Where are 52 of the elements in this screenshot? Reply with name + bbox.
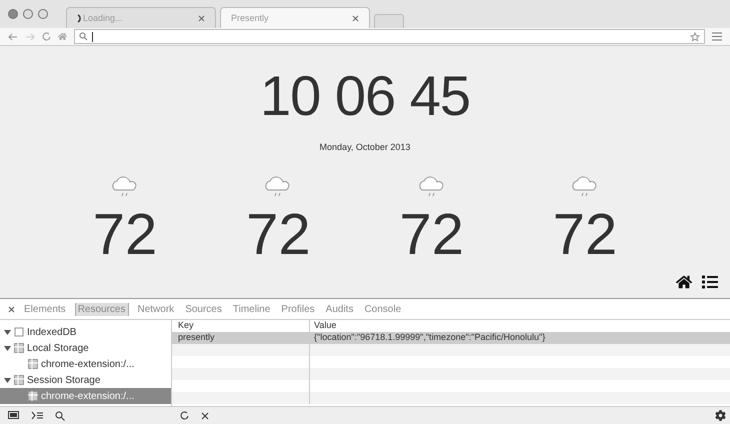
- grid-icon: [28, 391, 38, 401]
- table-row[interactable]: presently {"location":"96718.1.99999","timezone":"Pacific/Honolulu"}: [172, 332, 730, 344]
- temperature: 72: [92, 206, 158, 264]
- expand-triangle-icon[interactable]: [4, 344, 11, 352]
- devtools-tab[interactable]: Sources: [183, 302, 224, 316]
- back-arrow-icon[interactable]: [8, 32, 18, 40]
- star-icon[interactable]: [690, 32, 700, 42]
- window-zoom-control[interactable]: [38, 9, 48, 19]
- database-icon: [14, 327, 24, 337]
- delete-icon[interactable]: [201, 412, 209, 420]
- temperature: 72: [399, 206, 464, 264]
- search-icon: [79, 32, 88, 41]
- expand-triangle-icon[interactable]: [4, 376, 11, 384]
- grid-icon: [14, 375, 24, 385]
- clock-date: Monday, October 2013: [320, 142, 410, 152]
- window-close-control[interactable]: [8, 9, 18, 19]
- temperature: 72: [552, 206, 618, 264]
- tree-item[interactable]: chrome-extension:/...: [0, 356, 171, 372]
- home-icon[interactable]: [676, 274, 692, 290]
- tree-item[interactable]: Session Storage: [0, 372, 171, 388]
- search-icon[interactable]: [55, 410, 65, 420]
- clock-time: 10 06 45: [260, 68, 470, 124]
- devtools-tab[interactable]: Console: [362, 302, 404, 316]
- column-header[interactable]: Value: [310, 320, 730, 332]
- dock-icon[interactable]: [8, 410, 19, 420]
- settings-icon[interactable]: [715, 410, 726, 421]
- expand-triangle-icon[interactable]: [4, 328, 11, 336]
- browser-tab[interactable]: Presently: [220, 7, 370, 28]
- tree-item[interactable]: IndexedDB: [0, 324, 171, 340]
- loading-spinner-icon: [77, 14, 83, 22]
- devtools-tab[interactable]: Network: [136, 302, 176, 316]
- window-minimize-control[interactable]: [23, 9, 33, 19]
- grid-icon: [28, 359, 38, 369]
- menu-icon[interactable]: [712, 32, 722, 41]
- refresh-icon[interactable]: [180, 411, 189, 420]
- grid-icon: [14, 343, 24, 353]
- text-cursor: [92, 32, 93, 42]
- close-icon[interactable]: [8, 306, 15, 312]
- devtools-tab[interactable]: Resources: [74, 302, 128, 316]
- close-icon[interactable]: [352, 14, 359, 22]
- reload-icon[interactable]: [42, 32, 51, 41]
- devtools-tab[interactable]: Elements: [22, 302, 68, 316]
- tree-item[interactable]: chrome-extension:/...: [0, 388, 171, 404]
- devtools-tab[interactable]: Profiles: [279, 302, 317, 316]
- list-icon[interactable]: [702, 274, 718, 290]
- close-icon[interactable]: [198, 14, 205, 22]
- devtools-tab[interactable]: Audits: [324, 302, 356, 316]
- console-icon[interactable]: [31, 410, 43, 420]
- tree-item[interactable]: Local Storage: [0, 340, 171, 356]
- browser-tab[interactable]: Loading...: [66, 7, 216, 28]
- temperature: 72: [246, 206, 311, 264]
- devtools-tab[interactable]: Timeline: [230, 302, 272, 316]
